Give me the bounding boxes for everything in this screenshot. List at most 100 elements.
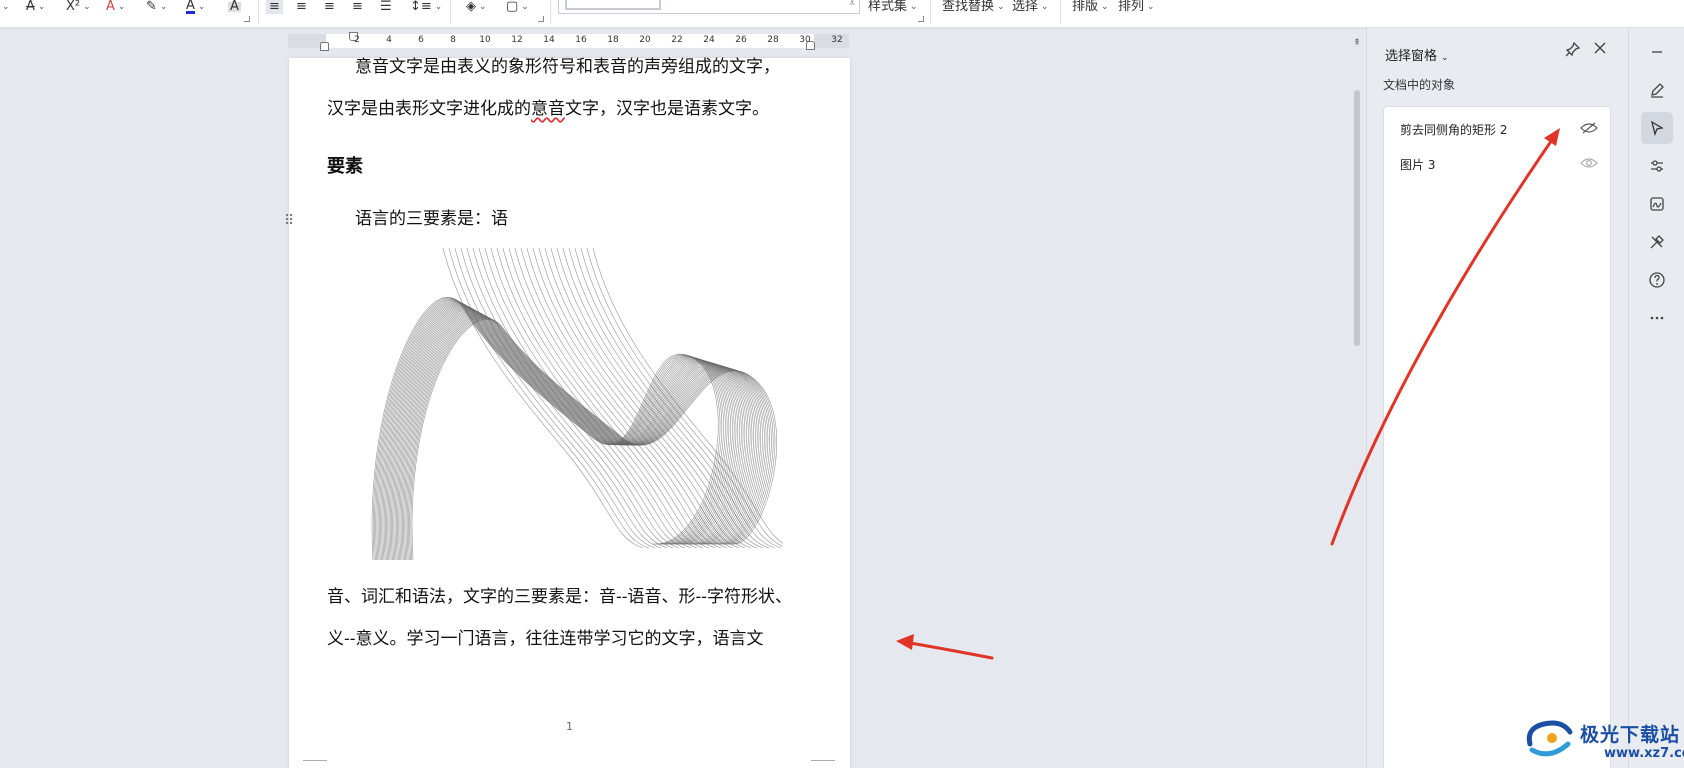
wave-line-image[interactable] xyxy=(353,248,783,566)
font-color-icon: A xyxy=(186,0,195,14)
styles-dialog-launcher[interactable] xyxy=(918,16,924,22)
style-preview[interactable] xyxy=(565,0,661,10)
ruler-tick: 4 xyxy=(386,35,392,45)
text-run: 文字，汉字也是语素文字。 xyxy=(565,99,769,119)
tools-button[interactable] xyxy=(1641,226,1673,258)
wave-curve xyxy=(580,248,782,549)
minimize-pane-button[interactable] xyxy=(1641,36,1673,68)
paragraph-line[interactable]: 义--意义。学习一门语言，往往连带学习它的文字，语言文 xyxy=(327,624,764,649)
wave-curve xyxy=(405,315,769,561)
selection-pane-title[interactable]: 选择窗格 ⌄ xyxy=(1385,45,1449,64)
ruler-tick: 22 xyxy=(671,35,683,45)
paint-bucket-icon: ◈ xyxy=(466,0,476,14)
style-gallery[interactable]: ⩡ xyxy=(558,0,860,14)
ribbon-separator xyxy=(930,0,931,24)
paragraph-line[interactable]: 汉字是由表形文字进化成的意音文字，汉字也是语素文字。 xyxy=(327,94,769,119)
more-icon xyxy=(1650,316,1664,320)
help-button[interactable] xyxy=(1641,264,1673,296)
signature-button[interactable] xyxy=(1641,188,1673,220)
distributed-button[interactable]: ☰ xyxy=(380,0,392,14)
style-set-button[interactable]: 样式集 ⌄ xyxy=(868,0,918,14)
find-replace-button[interactable]: 查找替换 ⌄ xyxy=(942,0,1005,14)
align-left-icon: ≡ xyxy=(269,0,280,14)
horizontal-ruler[interactable]: 2 4 6 8 10 12 14 16 18 20 22 24 26 28 30… xyxy=(288,32,849,51)
adjust-button[interactable] xyxy=(1641,150,1673,182)
arrange-label: 排列 xyxy=(1118,0,1145,14)
ribbon-separator xyxy=(450,0,451,24)
ruler-tick: 32 xyxy=(831,35,843,45)
paragraph-line[interactable]: 音、词汇和语法，文字的三要素是：音--语音、形--字符形状、 xyxy=(327,582,792,607)
ribbon-separator xyxy=(1060,0,1061,24)
object-label: 剪去同侧角的矩形 2 xyxy=(1400,122,1508,137)
select-button[interactable]: 选择 ⌄ xyxy=(1012,0,1049,14)
selection-pane-button[interactable] xyxy=(1641,112,1673,144)
ruler-tick: 26 xyxy=(735,35,747,45)
wave-curve xyxy=(383,303,737,561)
ribbon-dropdown-caret[interactable]: ⌄ xyxy=(2,0,10,14)
distributed-icon: ☰ xyxy=(380,0,392,14)
pin-icon[interactable] xyxy=(1565,41,1581,61)
eye-icon[interactable] xyxy=(1580,156,1598,170)
wave-curve xyxy=(400,312,761,561)
shading-button[interactable]: ◈ ⌄ xyxy=(466,0,487,14)
align-center-button[interactable]: ≡ xyxy=(296,0,307,14)
style-gallery-more-icon[interactable]: ⩡ xyxy=(849,0,855,9)
close-icon[interactable] xyxy=(1593,41,1607,59)
help-icon xyxy=(1649,272,1665,288)
ruler-tick: 24 xyxy=(703,35,715,45)
layout-label: 排版 xyxy=(1072,0,1099,14)
list-item[interactable]: 图片 3 xyxy=(1384,149,1610,179)
left-indent-marker[interactable] xyxy=(320,42,329,51)
more-button[interactable] xyxy=(1641,302,1673,334)
wave-curve xyxy=(442,248,644,549)
ruler-tick: 28 xyxy=(767,35,779,45)
eye-hidden-icon[interactable] xyxy=(1580,121,1598,135)
ribbon-toolbar: ⌄ A ⌄ X² ⌄ A ⌄ ✎ ⌄ A ⌄ A ≡ ≡ ≡ ≡ ☰ ↕≡ ⌄ ◈ ⌄ ▢ ⌄ … xyxy=(0,0,1684,28)
layout-button[interactable]: 排版 ⌄ xyxy=(1072,0,1109,14)
tools-icon xyxy=(1650,235,1664,249)
wave-curve xyxy=(496,248,698,549)
ruler-tick: 18 xyxy=(607,35,619,45)
arrange-button[interactable]: 排列 ⌄ xyxy=(1118,0,1155,14)
strikethrough-button[interactable]: A ⌄ xyxy=(26,0,45,14)
text-effect-icon: A xyxy=(106,0,115,14)
site-watermark: 极光下载站 www.xz7.com xyxy=(1522,712,1684,768)
pen-button[interactable] xyxy=(1641,74,1673,106)
paragraph-line[interactable]: 语言的三要素是：语 xyxy=(355,204,508,229)
crop-mark xyxy=(811,760,835,768)
highlight-button[interactable]: ✎ ⌄ xyxy=(146,0,167,14)
ruler-tick: 16 xyxy=(575,35,587,45)
superscript-button[interactable]: X² ⌄ xyxy=(66,0,91,14)
ruler-tick: 12 xyxy=(511,35,523,45)
borders-button[interactable]: ▢ ⌄ xyxy=(506,0,529,14)
ruler-tick: 30 xyxy=(799,35,811,45)
ruler-tick: 6 xyxy=(418,35,424,45)
text-effect-button[interactable]: A ⌄ xyxy=(106,0,125,14)
align-right-button[interactable]: ≡ xyxy=(324,0,335,14)
scroll-page-up-icon[interactable]: ⇞ xyxy=(1352,38,1362,50)
superscript-icon: X² xyxy=(66,0,81,14)
paragraph-line[interactable]: 意音文字是由表义的象形符号和表音的声旁组成的文字， xyxy=(355,52,780,77)
list-item[interactable]: 剪去同侧角的矩形 2 xyxy=(1384,114,1610,144)
spellcheck-underlined-word[interactable]: 意音 xyxy=(531,99,565,119)
font-dialog-launcher[interactable] xyxy=(244,16,250,22)
watermark-logo-icon xyxy=(1526,720,1573,757)
char-shading-button[interactable]: A xyxy=(228,0,241,14)
scrollbar-thumb[interactable] xyxy=(1354,90,1360,346)
paragraph-dialog-launcher[interactable] xyxy=(538,16,544,22)
wave-curve xyxy=(502,248,704,549)
vertical-scrollbar[interactable]: ⇞ xyxy=(1352,38,1362,768)
wave-curve xyxy=(508,248,710,549)
line-spacing-button[interactable]: ↕≡ ⌄ xyxy=(410,0,442,14)
find-replace-label: 查找替换 xyxy=(942,0,995,14)
select-label: 选择 xyxy=(1012,0,1039,14)
paragraph-drag-handle-icon[interactable]: ⠿ xyxy=(284,213,294,229)
align-left-button[interactable]: ≡ xyxy=(266,0,283,14)
document-page[interactable]: 意音文字是由表义的象形符号和表音的声旁组成的文字， 汉字是由表形文字进化成的意音… xyxy=(289,57,850,768)
font-color-button[interactable]: A ⌄ xyxy=(186,0,205,14)
ruler-tick: 20 xyxy=(639,35,651,45)
strikethrough-icon: A xyxy=(26,0,35,14)
section-heading[interactable]: 要素 xyxy=(327,152,363,178)
justify-button[interactable]: ≡ xyxy=(352,0,363,14)
highlight-icon: ✎ xyxy=(146,0,157,14)
